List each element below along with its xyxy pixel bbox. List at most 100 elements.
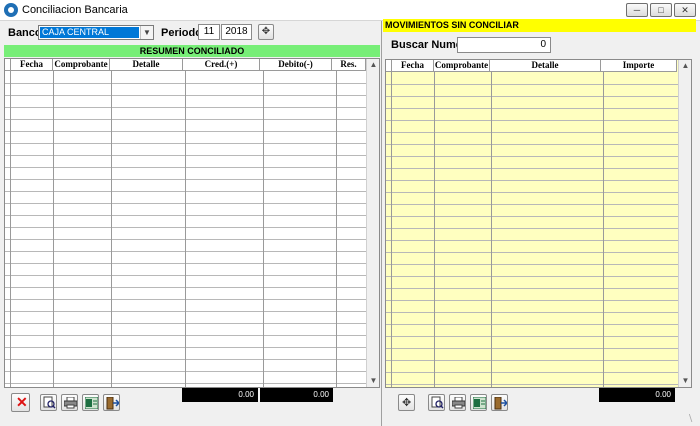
total-importe: 0.00 [599,388,675,402]
resumen-grid[interactable]: Fecha Comprobante Detalle Cred.(+) Debit… [4,58,380,388]
grid-row[interactable] [386,108,678,109]
col-divider [263,71,264,387]
col-header-fecha[interactable]: Fecha [11,59,53,70]
panel-divider [381,21,382,426]
print-button[interactable] [61,394,78,411]
col-divider [336,71,337,387]
grid-row[interactable] [386,192,678,193]
grid-row[interactable] [386,84,678,85]
resumen-grid-header: Fecha Comprobante Detalle Cred.(+) Debit… [5,59,366,71]
add-icon: ✥ [402,397,412,409]
grid-row[interactable] [386,132,678,133]
export-excel-icon [85,397,98,409]
grid-row[interactable] [386,96,678,97]
grid-row[interactable] [386,300,678,301]
grid-row[interactable] [386,228,678,229]
chevron-down-icon[interactable]: ▼ [140,26,153,39]
grid-row[interactable] [386,276,678,277]
window-title: Conciliacion Bancaria [22,4,128,16]
col-header-detalle[interactable]: Detalle [110,59,183,70]
grid-row[interactable] [386,348,678,349]
scroll-down-icon[interactable]: ▼ [367,375,379,387]
col-header-detalle[interactable]: Detalle [490,60,601,71]
preview-icon [43,396,56,409]
grid-row[interactable] [386,324,678,325]
periodo-month-field[interactable]: 11 [198,24,220,40]
col-divider [185,71,186,387]
delete-icon: ✕ [16,394,28,410]
col-divider [53,71,54,387]
grid-row[interactable] [386,216,678,217]
delete-button[interactable]: ✕ [11,393,30,412]
move-icon: ✥ [261,26,271,37]
exit-button[interactable] [491,394,508,411]
col-divider [391,72,392,387]
total-credit: 0.00 [182,388,258,402]
grid-row[interactable] [386,360,678,361]
banco-value: CAJA CENTRAL [40,27,139,38]
movimientos-scrollbar[interactable]: ▲ ▼ [678,60,691,387]
movimientos-grid-body[interactable] [386,72,678,387]
refresh-button[interactable]: ✥ [258,24,274,40]
col-divider [111,71,112,387]
preview-button[interactable] [428,394,445,411]
col-header-comprobante[interactable]: Comprobante [434,60,490,71]
title-bar: Conciliacion Bancaria ─ □ ✕ [0,0,700,21]
print-icon [452,397,465,409]
grid-row[interactable] [386,336,678,337]
col-divider [603,72,604,387]
grid-row[interactable] [386,180,678,181]
exit-button[interactable] [103,394,120,411]
col-divider [434,72,435,387]
minimize-button[interactable]: ─ [626,3,648,17]
resumen-conciliado-banner: RESUMEN CONCILIADO [4,45,380,57]
grid-row[interactable] [386,252,678,253]
app-icon [4,3,18,17]
close-icon: ✕ [681,5,689,15]
grid-row[interactable] [386,372,678,373]
grid-row[interactable] [386,168,678,169]
window-body: Banco: CAJA CENTRAL ▼ Periodo: 11 2018 ✥… [0,19,700,426]
grid-row[interactable] [386,144,678,145]
col-divider [10,71,11,387]
col-header-res[interactable]: Res. [332,59,366,70]
scroll-up-icon[interactable]: ▲ [367,59,379,71]
col-header-fecha[interactable]: Fecha [392,60,434,71]
grid-row[interactable] [386,264,678,265]
minimize-icon: ─ [633,5,641,15]
banco-select[interactable]: CAJA CENTRAL ▼ [38,25,154,40]
close-button[interactable]: ✕ [674,3,696,17]
col-header-importe[interactable]: Importe [601,60,677,71]
print-button[interactable] [449,394,466,411]
grid-row[interactable] [386,204,678,205]
scroll-up-icon[interactable]: ▲ [679,60,691,72]
col-header-debito[interactable]: Debito(-) [260,59,332,70]
export-excel-button[interactable] [82,394,99,411]
col-header-comprobante[interactable]: Comprobante [53,59,110,70]
total-debit: 0.00 [260,388,333,402]
col-header-credito[interactable]: Cred.(+) [183,59,260,70]
exit-icon [494,397,507,410]
grid-row[interactable] [386,156,678,157]
maximize-icon: □ [658,5,664,15]
grid-row[interactable] [386,288,678,289]
export-excel-icon [473,397,486,409]
buscar-numero-input[interactable]: 0 [457,37,551,53]
periodo-year-field[interactable]: 2018 [221,24,252,40]
grid-row[interactable] [386,240,678,241]
resumen-scrollbar[interactable]: ▲ ▼ [366,59,379,387]
preview-button[interactable] [40,394,57,411]
export-excel-button[interactable] [470,394,487,411]
preview-icon [431,396,444,409]
col-divider [491,72,492,387]
grid-row[interactable] [386,120,678,121]
resize-grip-icon[interactable]: ∖ [687,414,693,425]
add-button[interactable]: ✥ [398,394,415,411]
resumen-grid-body[interactable] [5,71,366,387]
grid-row[interactable] [386,384,678,385]
movimientos-grid[interactable]: Fecha Comprobante Detalle Importe ▲ ▼ [385,59,692,388]
maximize-button[interactable]: □ [650,3,672,17]
scroll-down-icon[interactable]: ▼ [679,375,691,387]
print-icon [64,397,77,409]
grid-row[interactable] [386,312,678,313]
